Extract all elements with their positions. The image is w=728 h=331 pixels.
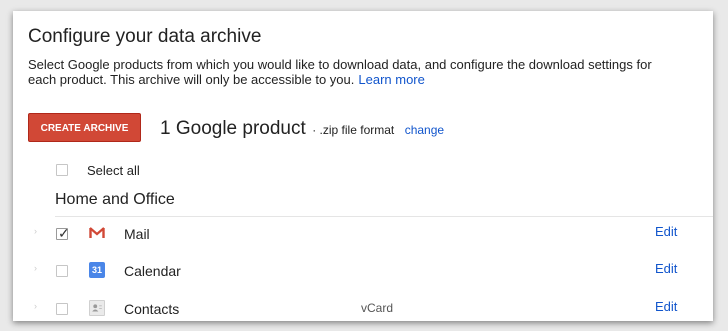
edit-contacts-link[interactable]: Edit xyxy=(655,299,677,314)
calendar-icon: 31 xyxy=(89,262,105,278)
edit-calendar-link[interactable]: Edit xyxy=(655,261,677,276)
product-checkbox-calendar[interactable] xyxy=(56,265,68,277)
expand-icon[interactable]: › xyxy=(34,263,37,273)
page-description: Select Google products from which you wo… xyxy=(28,57,668,87)
product-name: Mail xyxy=(124,226,150,242)
edit-mail-link[interactable]: Edit xyxy=(655,224,677,239)
product-name: Contacts xyxy=(124,301,180,317)
gmail-icon xyxy=(89,227,105,238)
expand-icon[interactable]: › xyxy=(34,226,37,236)
section-title: Home and Office xyxy=(55,191,175,208)
archive-config-card: Configure your data archive Select Googl… xyxy=(13,11,713,321)
page-title: Configure your data archive xyxy=(28,26,262,47)
product-row-mail[interactable]: › ✓ Mail Edit xyxy=(13,217,713,253)
expand-icon[interactable]: › xyxy=(34,301,37,311)
product-format: vCard xyxy=(361,301,394,315)
file-format-text: · .zip file format xyxy=(312,123,395,137)
checkmark-icon: ✓ xyxy=(58,225,70,241)
product-row-contacts[interactable]: › Contacts vCard Edit xyxy=(13,292,713,321)
learn-more-link[interactable]: Learn more xyxy=(358,72,424,87)
product-checkbox-mail[interactable]: ✓ xyxy=(56,225,70,241)
product-checkbox-contacts[interactable] xyxy=(56,303,68,315)
select-all-checkbox[interactable] xyxy=(56,164,68,176)
product-name: Calendar xyxy=(124,263,181,279)
product-count: 1 Google product xyxy=(160,118,306,139)
create-archive-button[interactable]: CREATE ARCHIVE xyxy=(28,113,141,142)
contacts-icon xyxy=(89,300,105,316)
select-all-label: Select all xyxy=(87,163,140,178)
product-row-calendar[interactable]: › 31 Calendar Edit xyxy=(13,254,713,290)
archive-summary: 1 Google product · .zip file format chan… xyxy=(160,118,444,140)
description-text: Select Google products from which you wo… xyxy=(28,57,652,87)
change-format-link[interactable]: change xyxy=(405,123,444,137)
